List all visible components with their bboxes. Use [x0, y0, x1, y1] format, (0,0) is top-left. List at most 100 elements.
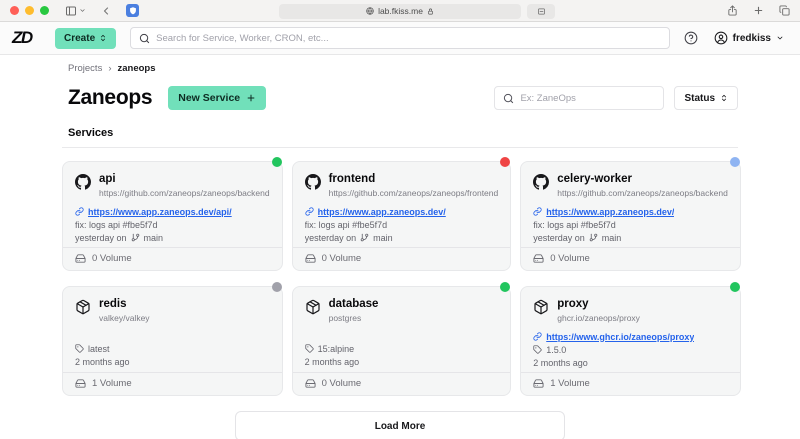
commit-message: fix: logs api #fbe5f7d [75, 219, 158, 230]
service-url-link[interactable]: https://www.app.zaneops.dev/ [546, 207, 674, 217]
link-icon [533, 207, 542, 216]
app-logo[interactable]: ZD [12, 28, 42, 48]
service-url-link[interactable]: https://www.app.zaneops.dev/ [318, 207, 446, 217]
service-name: frontend [328, 173, 376, 185]
github-icon [305, 174, 321, 190]
reader-mode-button[interactable] [527, 3, 555, 19]
search-icon [139, 33, 150, 44]
global-search[interactable] [130, 27, 670, 49]
globe-icon [366, 7, 374, 15]
chevron-down-icon [79, 7, 86, 14]
image-tag: 15:alpine [317, 343, 355, 354]
hard-drive-icon [305, 378, 316, 389]
app-header: ZD Create fredkiss [0, 22, 800, 55]
service-card-frontend[interactable]: frontend https://github.com/zaneops/zane… [291, 157, 512, 271]
user-menu[interactable]: fredkiss [714, 31, 784, 45]
hard-drive-icon [75, 378, 86, 389]
load-more-button[interactable]: Load More [235, 411, 565, 439]
page-title: Zaneops [68, 86, 153, 109]
status-filter-button[interactable]: Status [674, 86, 738, 110]
service-source: valkey/valkey [99, 312, 150, 323]
help-button[interactable] [684, 31, 698, 45]
services-grid: api https://github.com/zaneops/zaneops/b… [62, 157, 741, 396]
plus-icon [753, 5, 764, 16]
address-bar[interactable]: lab.fkiss.me [279, 3, 521, 19]
service-name: redis [99, 298, 127, 310]
deploy-time: yesterday on [304, 232, 357, 243]
git-branch-icon [360, 233, 369, 242]
image-tag: 1.5.0 [546, 344, 567, 355]
create-button[interactable]: Create [55, 27, 117, 49]
service-url-link[interactable]: https://www.app.zaneops.dev/api/ [88, 207, 232, 217]
share-button[interactable] [727, 5, 738, 16]
service-source: https://github.com/zaneops/zaneops/front… [328, 187, 499, 198]
service-source: https://github.com/zaneops/zaneops/backe… [557, 187, 728, 198]
link-icon [75, 207, 84, 216]
hard-drive-icon [305, 253, 316, 264]
github-icon [75, 174, 91, 190]
service-url-link[interactable]: https://www.ghcr.io/zaneops/proxy [546, 332, 694, 342]
updated-time: 2 months ago [533, 357, 588, 368]
extension-button[interactable] [126, 4, 139, 17]
zoom-window-button[interactable] [40, 6, 49, 15]
service-name: api [99, 173, 116, 185]
service-card-proxy[interactable]: proxy ghcr.io/zaneops/proxy https://www.… [520, 282, 741, 396]
image-tag: latest [88, 343, 110, 354]
plus-icon [246, 93, 256, 103]
new-service-button[interactable]: New Service [168, 86, 267, 110]
lock-icon [427, 8, 434, 15]
breadcrumb-projects[interactable]: Projects [68, 63, 102, 74]
breadcrumb-current[interactable]: zaneops [118, 63, 156, 74]
volume-count: 1 Volume [92, 378, 132, 389]
reader-icon [537, 7, 546, 16]
minimize-window-button[interactable] [25, 6, 34, 15]
title-row: Zaneops New Service Status [62, 86, 738, 110]
tag-icon [75, 344, 84, 353]
service-card-celery-worker[interactable]: celery-worker https://github.com/zaneops… [520, 157, 741, 271]
user-avatar-icon [714, 31, 728, 45]
chevron-left-icon [100, 5, 112, 17]
new-tab-button[interactable] [753, 5, 764, 16]
status-dot [271, 157, 282, 167]
status-filter-label: Status [684, 92, 715, 104]
url-text: lab.fkiss.me [378, 6, 423, 16]
service-name: proxy [557, 298, 589, 310]
tab-overview-button[interactable] [779, 5, 790, 16]
branch-name: main [143, 232, 164, 243]
github-icon [533, 174, 549, 190]
status-dot [271, 282, 282, 292]
search-icon [503, 93, 514, 104]
link-icon [533, 332, 542, 341]
global-search-input[interactable] [156, 32, 661, 44]
close-window-button[interactable] [10, 6, 19, 15]
sidebar-toggle-button[interactable] [65, 5, 86, 17]
page-content: Projects › zaneops Zaneops New Service S… [62, 63, 741, 439]
help-icon [684, 31, 698, 45]
volume-count: 0 Volume [92, 253, 132, 264]
service-card-database[interactable]: database postgres 15:alpine 2 months ago… [291, 282, 512, 396]
branch-name: main [373, 232, 393, 243]
volume-count: 0 Volume [550, 253, 590, 264]
browser-chrome: lab.fkiss.me [0, 0, 800, 22]
status-dot [729, 157, 740, 167]
git-branch-icon [589, 233, 598, 242]
service-card-api[interactable]: api https://github.com/zaneops/zaneops/b… [62, 157, 283, 271]
browser-back-button[interactable] [100, 5, 112, 17]
tag-icon [533, 345, 542, 354]
service-source: ghcr.io/zaneops/proxy [557, 312, 640, 323]
service-source: postgres [328, 312, 362, 323]
branch-name: main [601, 232, 622, 243]
service-card-redis[interactable]: redis valkey/valkey latest 2 months ago … [62, 282, 283, 396]
git-branch-icon [131, 233, 140, 242]
package-icon [533, 299, 549, 315]
service-filter[interactable] [494, 86, 665, 110]
shield-icon [128, 6, 138, 16]
service-name: celery-worker [557, 173, 633, 185]
hard-drive-icon [533, 378, 544, 389]
package-icon [305, 299, 321, 315]
hard-drive-icon [75, 253, 86, 264]
section-divider [62, 147, 738, 148]
package-icon [75, 299, 91, 315]
service-filter-input[interactable] [520, 92, 656, 104]
chevrons-up-down-icon [720, 94, 728, 102]
